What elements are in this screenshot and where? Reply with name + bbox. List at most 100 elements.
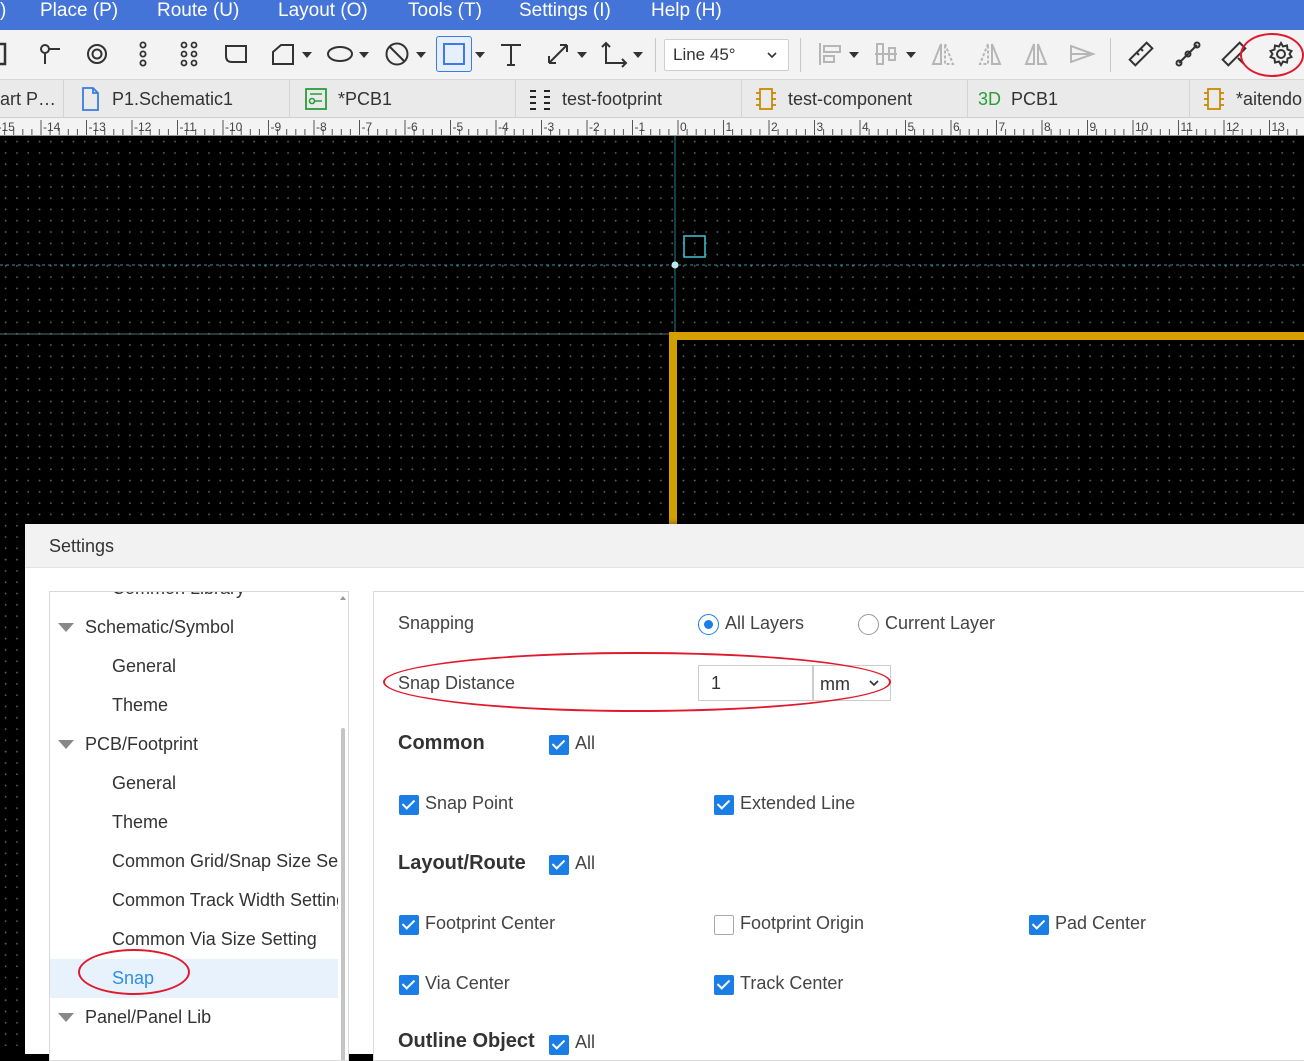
tree-item-pcb-footprint[interactable]: PCB/Footprint [50, 725, 338, 764]
polygon-icon[interactable] [268, 39, 298, 69]
caret-down-icon[interactable] [58, 740, 74, 749]
angle-dimension-icon[interactable] [599, 39, 629, 69]
scrollbar-thumb[interactable] [341, 728, 345, 1060]
tree-item-pcb-general[interactable]: General [50, 764, 338, 803]
snap-distance-label: Snap Distance [398, 673, 516, 693]
distribute-dropdown-icon[interactable] [906, 50, 916, 60]
align-dropdown-icon[interactable] [849, 50, 859, 60]
text-icon[interactable] [496, 39, 526, 69]
tree-item-snap[interactable]: Snap [50, 959, 338, 998]
ruler-label: -6 [407, 120, 418, 134]
tab-3d[interactable]: 3D PCB1 [968, 80, 1190, 118]
dimension-dropdown-icon[interactable] [577, 50, 587, 60]
pad-grid-icon[interactable] [174, 39, 204, 69]
ruler-label: -2 [589, 120, 600, 134]
line-mode-select[interactable]: Line 45° [664, 39, 789, 71]
tree-item-label: Snap [112, 968, 155, 988]
polygon-dropdown-icon[interactable] [302, 50, 312, 60]
dialog-titlebar[interactable]: Settings [25, 524, 1304, 568]
tree-item-common-library[interactable]: Common Library [50, 592, 338, 608]
ruler-icon[interactable] [1126, 39, 1156, 69]
align-left-icon[interactable] [815, 39, 845, 69]
tree-item-panel-lib[interactable]: Panel/Panel Lib [50, 998, 338, 1037]
tab-pcb[interactable]: *PCB1 [290, 80, 516, 118]
radio-all-layers[interactable] [698, 614, 719, 635]
no-fill-circle-icon[interactable] [382, 39, 412, 69]
menu-tools[interactable]: Tools (T) [408, 0, 482, 22]
tree-item-via-size[interactable]: Common Via Size Setting [50, 920, 338, 959]
pad-column-icon[interactable] [128, 39, 158, 69]
ruler-label: -10 [225, 120, 243, 134]
checkbox-extended-line[interactable] [714, 795, 734, 815]
tab-bar: art P… P1.Schematic1 *PCB1 test-footprin… [0, 80, 1304, 118]
ruler-label: -8 [316, 120, 327, 134]
caret-down-icon[interactable] [58, 1013, 74, 1022]
ruler-label: 10 [1135, 120, 1149, 134]
tab-schematic[interactable]: P1.Schematic1 [64, 80, 290, 118]
connect-pin-icon[interactable] [35, 39, 65, 69]
distribute-icon[interactable] [871, 39, 901, 69]
tree-item-schematic-symbol[interactable]: Schematic/Symbol [50, 608, 338, 647]
gear-icon[interactable] [1266, 39, 1296, 69]
snap-distance-input[interactable] [698, 665, 813, 701]
unit-select[interactable]: mm [813, 665, 891, 701]
snapping-label: Snapping [398, 613, 475, 633]
checkbox-common-all[interactable] [549, 735, 569, 755]
checkbox-via-center[interactable] [399, 975, 419, 995]
caret-down-icon[interactable] [58, 623, 74, 632]
tree-item-track-width[interactable]: Common Track Width Setting [50, 881, 338, 920]
rectangle-dropdown-icon[interactable] [475, 50, 485, 60]
menu-partial[interactable]: ) [0, 0, 6, 22]
board-outline [669, 332, 1304, 524]
menu-settings[interactable]: Settings (I) [519, 0, 611, 22]
mirror-icon[interactable] [1021, 39, 1051, 69]
flip-horizontal-alt-icon[interactable] [975, 39, 1005, 69]
circle-dropdown-icon[interactable] [416, 50, 426, 60]
rectangle-cursor-preview [683, 235, 706, 258]
checkbox-footprint-center[interactable] [399, 915, 419, 935]
flip-horizontal-icon[interactable] [928, 39, 958, 69]
tab-label: test-footprint [562, 88, 663, 109]
tree-item-grid-snap-size[interactable]: Common Grid/Snap Size Setting [50, 842, 338, 881]
ruler-label: -3 [544, 120, 555, 134]
tree-item-label: Common Track Width Setting [112, 890, 338, 910]
checkbox-layout-all[interactable] [549, 855, 569, 875]
menu-place[interactable]: Place (P) [40, 0, 118, 22]
toolbar: Line 45° [0, 30, 1304, 80]
checkbox-track-center[interactable] [714, 975, 734, 995]
partial-tool-icon[interactable] [0, 39, 16, 69]
menu-help[interactable]: Help (H) [651, 0, 722, 22]
rounded-rect-icon[interactable] [221, 39, 251, 69]
tree-item-label: Common Grid/Snap Size Setting [112, 851, 338, 871]
tab-footprint[interactable]: test-footprint [516, 80, 742, 118]
menu-layout[interactable]: Layout (O) [278, 0, 368, 22]
ellipse-icon[interactable] [325, 39, 355, 69]
menu-route[interactable]: Route (U) [157, 0, 239, 22]
tree-item-pcb-theme[interactable]: Theme [50, 803, 338, 842]
tab-label: *aitendo [1236, 88, 1303, 109]
tab-aitendo[interactable]: *aitendo [1190, 80, 1304, 118]
scroll-up-icon[interactable] [339, 594, 347, 602]
tree-scrollbar[interactable] [339, 592, 347, 1060]
measure-icon[interactable] [1173, 39, 1203, 69]
snap-point-label: Snap Point [425, 793, 514, 813]
send-icon[interactable] [1067, 39, 1097, 69]
rectangle-icon[interactable] [436, 36, 472, 72]
via-icon[interactable] [82, 39, 112, 69]
checkbox-outline-all[interactable] [549, 1035, 569, 1055]
tree-item-label: General [112, 656, 177, 676]
tree-item-schematic-general[interactable]: General [50, 647, 338, 686]
dimension-icon[interactable] [543, 39, 573, 69]
tab-component[interactable]: test-component [742, 80, 968, 118]
ruler-alt-icon[interactable] [1219, 39, 1249, 69]
angle-dropdown-icon[interactable] [633, 50, 643, 60]
checkbox-pad-center[interactable] [1029, 915, 1049, 935]
ruler-label: -9 [271, 120, 282, 134]
tab-partial[interactable]: art P… [0, 80, 64, 118]
ellipse-dropdown-icon[interactable] [359, 50, 369, 60]
radio-current-layer[interactable] [858, 614, 879, 635]
tree-item-schematic-theme[interactable]: Theme [50, 686, 338, 725]
checkbox-snap-point[interactable] [399, 795, 419, 815]
checkbox-footprint-origin[interactable] [714, 915, 734, 935]
schematic-doc-icon [78, 87, 102, 111]
